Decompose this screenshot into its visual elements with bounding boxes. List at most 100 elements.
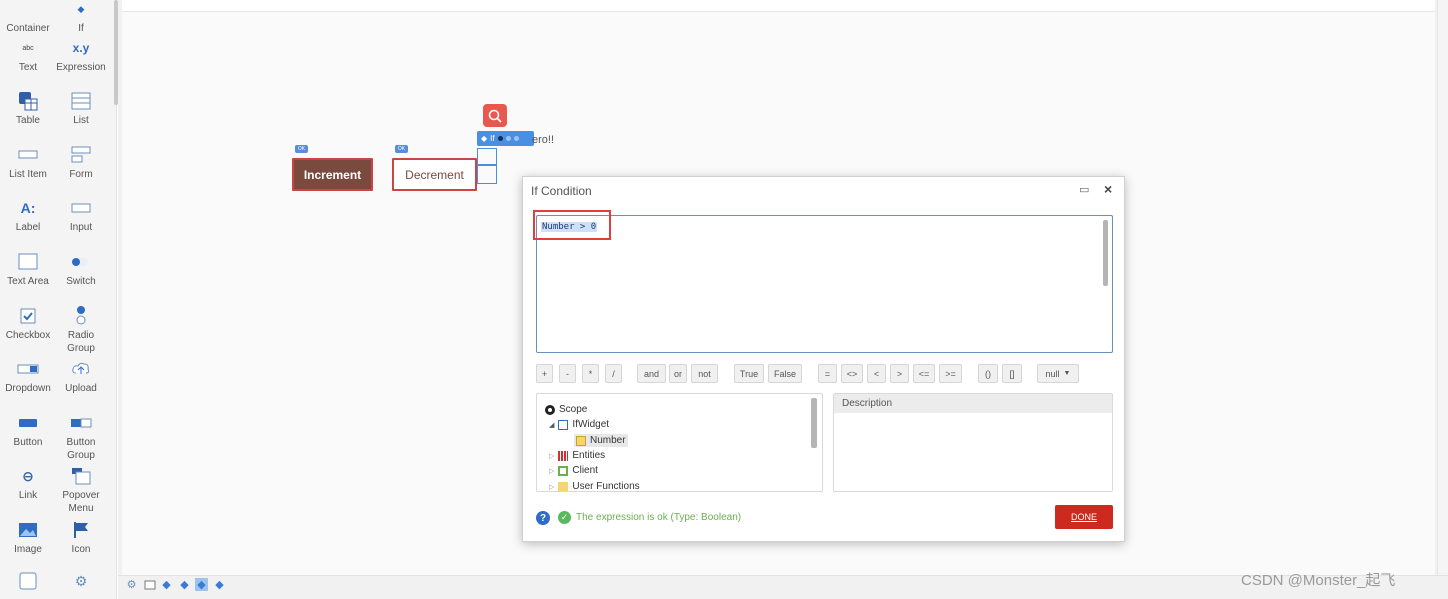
editor-scrollbar[interactable] [1103, 220, 1108, 286]
op-parens-button[interactable]: () [978, 364, 998, 383]
toolbox-item-upload[interactable]: Upload [53, 358, 109, 395]
close-icon[interactable]: × [1104, 181, 1112, 197]
toolbox-item-more-2[interactable]: ⚙ [53, 570, 109, 594]
toolbox-item-text-area[interactable]: Text Area [0, 251, 56, 288]
chevron-down-icon: ▼ [1063, 370, 1071, 377]
variable-icon [576, 435, 586, 446]
op-eq-button[interactable]: = [818, 364, 837, 383]
diamond-icon: ◆ [481, 134, 488, 143]
op-not-button[interactable]: not [691, 364, 718, 383]
toolbox-item-radio-group[interactable]: Radio Group [53, 305, 109, 355]
op-brackets-button[interactable]: [] [1002, 364, 1022, 383]
toolbox-item-link[interactable]: ⊖ Link [0, 465, 56, 502]
op-neq-button[interactable]: <> [841, 364, 863, 383]
toolbox-item-image[interactable]: Image [0, 519, 56, 556]
op-gt-button[interactable]: > [890, 364, 909, 383]
expression-highlight [533, 210, 611, 240]
op-false-button[interactable]: False [768, 364, 802, 383]
container-outline-icon[interactable] [143, 578, 156, 591]
op-lte-button[interactable]: <= [913, 364, 935, 383]
toolbox-item-dropdown[interactable]: Dropdown [0, 358, 56, 395]
scope-tree[interactable]: Scope ◢ IfWidget Number ▷ Entities ▷ Cli… [536, 393, 823, 492]
if-widget-label: If [490, 134, 495, 143]
toolbox-item-more-1[interactable] [0, 570, 56, 594]
tree-node-entities[interactable]: ▷ Entities [549, 450, 605, 461]
op-multiply-button[interactable]: * [582, 364, 599, 383]
upload-icon [53, 358, 109, 380]
diamond-icon[interactable]: ◆ [178, 578, 191, 591]
expression-editor[interactable] [536, 215, 1113, 353]
toolbox-label: Input [69, 222, 93, 233]
if-widget-header[interactable]: ◆ If [477, 131, 534, 146]
search-icon[interactable] [483, 104, 507, 127]
toolbox-item-list[interactable]: List [53, 90, 109, 127]
image-icon [0, 519, 56, 541]
input-icon [53, 197, 109, 219]
toolbox-item-list-item[interactable]: List Item [0, 144, 56, 181]
table-icon [0, 90, 56, 112]
toolbox-item-button-group[interactable]: Button Group [53, 412, 109, 462]
decrement-button[interactable]: Decrement [392, 158, 477, 191]
toolbox-label: Switch [66, 276, 96, 287]
toolbox-item-input[interactable]: Input [53, 197, 109, 234]
toolbox-item-popover-menu[interactable]: Popover Menu [53, 465, 109, 515]
op-divide-button[interactable]: / [605, 364, 622, 383]
done-button[interactable]: DONE [1055, 505, 1113, 529]
text-area-icon [0, 251, 56, 273]
toolbox-item-checkbox[interactable]: Checkbox [0, 305, 56, 342]
op-lt-button[interactable]: < [867, 364, 886, 383]
dot-icon [505, 136, 511, 141]
toolbox-item-container[interactable]: Container [0, 0, 56, 35]
null-dropdown[interactable]: null ▼ [1037, 364, 1079, 383]
toolbox-label: Icon [71, 544, 91, 555]
tree-node-client[interactable]: ▷ Client [549, 465, 598, 476]
toolbox-item-switch[interactable]: Switch [53, 251, 109, 288]
increment-button[interactable]: Increment [292, 158, 373, 191]
radio-group-icon [53, 305, 109, 327]
if-false-branch[interactable] [477, 165, 497, 184]
diamond-icon[interactable]: ◆ [160, 578, 173, 591]
toolbox-label: Popover Menu [62, 490, 100, 514]
button-group-icon [53, 412, 109, 434]
toolbox-label: Radio Group [67, 330, 95, 354]
if-condition-dialog: If Condition ▭ × Number > 0 + - * / and … [522, 176, 1125, 542]
op-and-button[interactable]: and [637, 364, 666, 383]
tree-label: Scope [559, 404, 588, 415]
op-or-button[interactable]: or [669, 364, 687, 383]
toolbox-item-expression[interactable]: x.y Expression [53, 37, 109, 74]
toolbox-item-form[interactable]: Form [53, 144, 109, 181]
toolbox-label: Checkbox [5, 330, 51, 341]
toolbox-label: List Item [9, 169, 47, 180]
op-plus-button[interactable]: + [536, 364, 553, 383]
if-true-branch[interactable] [477, 148, 497, 165]
toolbox-item-button[interactable]: Button [0, 412, 56, 449]
toolbox-label: Table [16, 115, 40, 126]
help-icon[interactable]: ? [536, 511, 550, 525]
maximize-icon[interactable]: ▭ [1079, 183, 1089, 196]
tree-scrollbar[interactable] [811, 398, 817, 448]
toolbox-item-if[interactable]: ◆ If [53, 0, 109, 35]
op-gte-button[interactable]: >= [939, 364, 962, 383]
entities-icon [558, 450, 569, 461]
tree-label: IfWidget [572, 419, 610, 430]
tree-node-number[interactable]: Number [574, 434, 628, 447]
widget-tree-icon[interactable]: ⚙ [125, 578, 138, 591]
text-icon: abc [22, 44, 34, 52]
diamond-selected-icon[interactable]: ◆ [195, 578, 208, 591]
op-true-button[interactable]: True [734, 364, 764, 383]
description-panel: Description [833, 393, 1113, 492]
tree-node-user-functions[interactable]: ▷ User Functions [549, 481, 640, 491]
scope-icon [545, 404, 555, 415]
op-minus-button[interactable]: - [559, 364, 576, 383]
diamond-icon[interactable]: ◆ [213, 578, 226, 591]
toolbox-label: Upload [65, 383, 97, 394]
toolbox-item-label[interactable]: A: Label [0, 197, 56, 234]
tree-node-scope[interactable]: Scope [545, 404, 587, 415]
client-icon [558, 465, 569, 476]
toolbox-item-icon[interactable]: Icon [53, 519, 109, 556]
toolbox-item-text[interactable]: abc Text [0, 37, 56, 74]
tree-node-ifwidget[interactable]: ◢ IfWidget [549, 419, 609, 430]
button-icon [0, 412, 56, 434]
toolbox-item-table[interactable]: Table [0, 90, 56, 127]
right-scrollbar[interactable] [1437, 0, 1448, 575]
